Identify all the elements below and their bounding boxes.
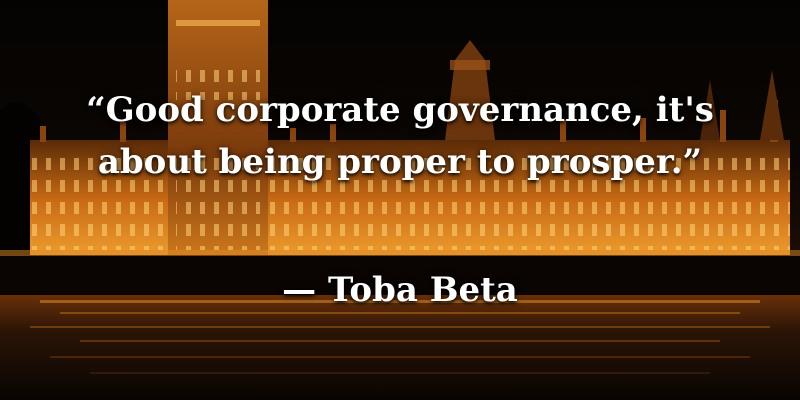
quote-card: “Good corporate governance, it's about b…: [0, 0, 800, 400]
quote-author: — Toba Beta: [282, 270, 518, 310]
quote-line-1: “Good corporate governance, it's: [86, 90, 714, 130]
quote-line-2: about being proper to prosper.”: [97, 142, 703, 182]
background-photo: [0, 0, 800, 400]
quote-text: “Good corporate governance, it's about b…: [60, 84, 740, 188]
